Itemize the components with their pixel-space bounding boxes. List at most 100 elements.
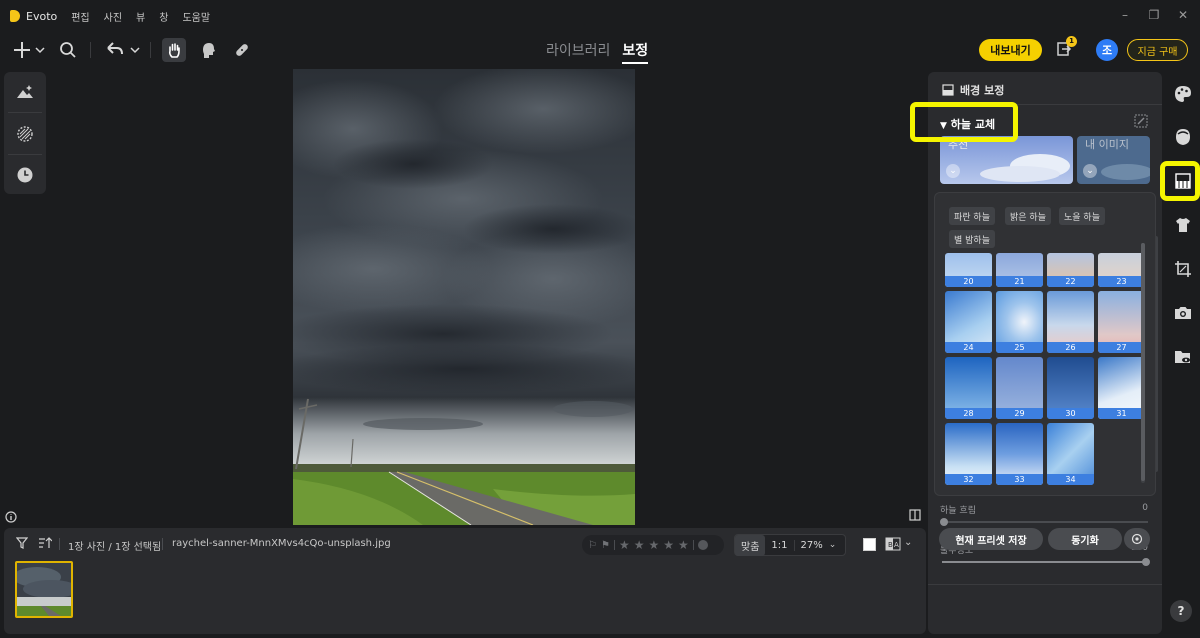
- sync-settings-button[interactable]: [1124, 528, 1150, 550]
- menu-help[interactable]: 도움말: [182, 9, 210, 24]
- undo-button[interactable]: [104, 38, 140, 62]
- toolbar-divider: [90, 42, 91, 58]
- palette-tool-button[interactable]: [1173, 84, 1193, 104]
- crop-tool-button[interactable]: [1173, 259, 1193, 279]
- chip-sunset-sky[interactable]: 노을 하늘: [1059, 207, 1105, 225]
- expand-chevron-icon[interactable]: ⌄: [1083, 164, 1097, 178]
- preset-recommended-card[interactable]: 추천 ⌄: [940, 136, 1073, 184]
- export-button[interactable]: 내보내기: [979, 39, 1042, 61]
- zoom-fit-button[interactable]: 맞춤: [735, 534, 766, 556]
- restore-icon[interactable]: ❐: [1147, 8, 1161, 22]
- menu-edit[interactable]: 편집: [71, 9, 89, 24]
- bandage-tool-button[interactable]: [232, 38, 252, 62]
- gear-icon: [1131, 533, 1143, 545]
- close-icon[interactable]: ✕: [1176, 8, 1190, 22]
- face-tool-button[interactable]: [198, 38, 218, 62]
- sky-thumb[interactable]: 31: [1098, 357, 1145, 419]
- chip-blue-sky[interactable]: 파란 하늘: [949, 207, 995, 225]
- undo-icon: [107, 42, 140, 55]
- expand-chevron-icon[interactable]: ⌄: [946, 164, 960, 178]
- thumbnail-image: [17, 563, 71, 616]
- chip-bright-sky[interactable]: 밝은 하늘: [1005, 207, 1051, 225]
- sort-icon[interactable]: [38, 537, 53, 552]
- menu-photo[interactable]: 사진: [104, 9, 122, 24]
- auto-enhance-button[interactable]: [15, 82, 35, 102]
- app-window: Evoto 편집 사진 뷰 창 도움말 – ❐ ✕ 라이브러리 보정 내보내기 …: [0, 0, 1200, 638]
- photo-thumbnail[interactable]: [15, 561, 73, 618]
- chip-starry-sky[interactable]: 별 밤하늘: [949, 230, 995, 248]
- app-name: Evoto: [26, 9, 58, 23]
- sky-thumb[interactable]: 28: [945, 357, 992, 419]
- panel-divider: [928, 584, 1162, 585]
- tab-library[interactable]: 라이브러리: [546, 40, 610, 64]
- star-1-icon[interactable]: ★: [619, 538, 630, 552]
- color-label-icon[interactable]: [697, 540, 708, 550]
- preset-my-images-card[interactable]: 내 이미지 ⌄: [1077, 136, 1150, 184]
- add-button[interactable]: [12, 38, 46, 62]
- background-grid-icon: [1175, 173, 1191, 189]
- sky-thumb[interactable]: 30: [1047, 357, 1094, 419]
- chevron-down-icon[interactable]: ⌄: [829, 540, 837, 550]
- svg-text:B: B: [888, 541, 893, 549]
- sky-thumb[interactable]: 20: [945, 253, 992, 287]
- sky-thumb[interactable]: 21: [996, 253, 1043, 287]
- dropdown-scrollbar-thumb[interactable]: [1141, 243, 1145, 481]
- star-5-icon[interactable]: ★: [678, 538, 689, 552]
- flag-icon[interactable]: ⚐: [588, 540, 597, 551]
- save-preset-button[interactable]: 현재 프리셋 저장: [939, 528, 1043, 550]
- sky-thumb[interactable]: 29: [996, 357, 1043, 419]
- background-section-header[interactable]: 배경 보정: [942, 82, 1004, 98]
- tshirt-icon: [1176, 218, 1190, 232]
- sky-thumb[interactable]: 24: [945, 291, 992, 353]
- hatched-circle-icon: [17, 126, 33, 142]
- help-button[interactable]: ?: [1170, 600, 1192, 622]
- sky-thumb[interactable]: 32: [945, 423, 992, 485]
- folder-view-button[interactable]: [1173, 347, 1193, 367]
- history-button[interactable]: [15, 165, 35, 185]
- portrait-tool-button[interactable]: [1173, 127, 1193, 147]
- tab-edit[interactable]: 보정: [622, 40, 649, 64]
- zoom-percent-select[interactable]: 27%: [793, 539, 829, 551]
- star-2-icon[interactable]: ★: [634, 538, 645, 552]
- evoto-logo-icon: [10, 10, 20, 22]
- blur-slider-track[interactable]: [942, 521, 1148, 523]
- clothing-tool-button[interactable]: [1173, 215, 1193, 235]
- search-icon: [60, 42, 76, 58]
- mountain-sparkle-icon: [17, 85, 33, 98]
- search-button[interactable]: [58, 38, 78, 62]
- compare-icon[interactable]: [909, 509, 921, 521]
- texture-button[interactable]: [15, 124, 35, 144]
- minimize-icon[interactable]: –: [1118, 8, 1132, 22]
- hand-tool-button[interactable]: [162, 38, 186, 62]
- menu-view[interactable]: 뷰: [136, 9, 145, 24]
- zoom-one-button[interactable]: 1:1: [765, 540, 793, 551]
- sync-button[interactable]: 동기화: [1048, 528, 1122, 550]
- sky-thumb[interactable]: 26: [1047, 291, 1094, 353]
- menu-window[interactable]: 창: [159, 9, 168, 24]
- storm-photo: [293, 69, 635, 525]
- sky-thumb[interactable]: 25: [996, 291, 1043, 353]
- sky-thumb[interactable]: 33: [996, 423, 1043, 485]
- sky-thumb[interactable]: 23: [1098, 253, 1145, 287]
- before-after-icon[interactable]: BA: [885, 537, 901, 554]
- sky-thumb[interactable]: 34: [1047, 423, 1094, 485]
- camera-tool-button[interactable]: [1173, 303, 1193, 323]
- opacity-slider-track[interactable]: [942, 561, 1148, 563]
- info-icon[interactable]: [5, 511, 17, 523]
- sky-thumb[interactable]: 22: [1047, 253, 1094, 287]
- face-icon: [1176, 129, 1190, 145]
- star-4-icon[interactable]: ★: [663, 538, 674, 552]
- sky-thumb[interactable]: 27: [1098, 291, 1145, 353]
- edit-pencil-icon[interactable]: [1134, 114, 1148, 128]
- single-view-icon[interactable]: [863, 538, 876, 551]
- background-tool-button[interactable]: [1173, 171, 1193, 191]
- blur-slider-knob[interactable]: [940, 518, 948, 526]
- opacity-slider-knob[interactable]: [1142, 558, 1150, 566]
- user-avatar[interactable]: 조: [1096, 39, 1118, 61]
- buy-now-button[interactable]: 지금 구매: [1127, 39, 1188, 61]
- star-3-icon[interactable]: ★: [648, 538, 659, 552]
- reject-flag-icon[interactable]: ⚑: [601, 540, 610, 551]
- view-chevron-icon[interactable]: ⌄: [904, 537, 912, 548]
- photo-canvas[interactable]: [293, 69, 635, 525]
- filter-icon[interactable]: [15, 537, 29, 552]
